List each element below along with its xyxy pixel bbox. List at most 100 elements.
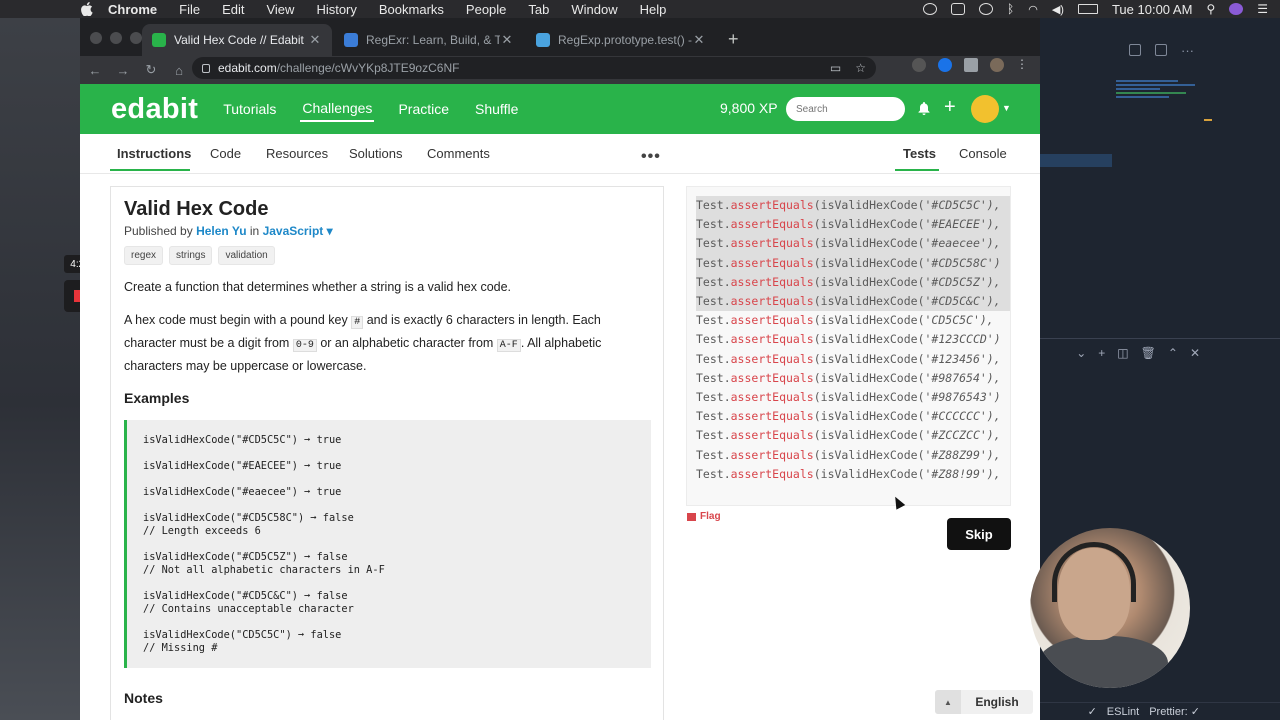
menu-app-name[interactable]: Chrome <box>108 2 157 17</box>
back-arrow-icon[interactable]: ← <box>88 63 102 78</box>
control-center-icon[interactable]: ☰ <box>1257 2 1268 16</box>
nav-shuffle[interactable]: Shuffle <box>473 97 520 121</box>
create-plus-icon[interactable]: + <box>944 96 956 119</box>
compare-icon[interactable] <box>1129 44 1141 56</box>
home-icon[interactable]: ⌂ <box>172 63 186 78</box>
test-line[interactable]: Test.assertEquals(isValidHexCode('#EAECE… <box>696 215 1010 235</box>
user-avatar-duck[interactable] <box>971 95 999 123</box>
menu-view[interactable]: View <box>266 2 294 17</box>
time-machine-icon[interactable] <box>979 3 994 15</box>
prettier-status[interactable]: Prettier: ✓ <box>1149 705 1200 718</box>
menu-history[interactable]: History <box>316 2 356 17</box>
menu-help[interactable]: Help <box>640 2 667 17</box>
test-line[interactable]: Test.assertEquals(isValidHexCode('#123CC… <box>696 330 1010 349</box>
tab-instructions[interactable]: Instructions <box>117 146 191 161</box>
more-actions-icon[interactable]: ··· <box>1181 43 1194 58</box>
flag-button[interactable]: Flag <box>687 511 721 522</box>
menu-edit[interactable]: Edit <box>222 2 244 17</box>
tests-editor[interactable]: Test.assertEquals(isValidHexCode('#CD5C5… <box>686 186 1011 506</box>
more-options-icon[interactable]: ••• <box>641 148 661 166</box>
test-line[interactable]: Test.assertEquals(isValidHexCode('#98765… <box>696 388 1010 407</box>
test-line[interactable]: Test.assertEquals(isValidHexCode('#CCCCC… <box>696 407 1010 426</box>
tag-strings[interactable]: strings <box>169 246 213 265</box>
tab-code[interactable]: Code <box>210 146 241 161</box>
language-selector[interactable]: ▲ English <box>935 690 1033 714</box>
tab-resources[interactable]: Resources <box>266 146 328 161</box>
zoom-window-button[interactable] <box>130 32 142 44</box>
bluetooth-icon[interactable]: ᛒ <box>1007 2 1014 16</box>
wifi-icon[interactable]: ◠ <box>1028 3 1038 16</box>
test-prefix: Test. <box>696 255 731 270</box>
edabit-logo[interactable]: edabit <box>111 93 198 126</box>
apple-icon[interactable] <box>80 2 94 16</box>
volume-icon[interactable]: ◀) <box>1052 3 1064 16</box>
close-window-button[interactable] <box>90 32 102 44</box>
kebab-menu-icon[interactable]: ⋮ <box>1016 58 1030 72</box>
new-terminal-icon[interactable]: + <box>1098 346 1105 360</box>
trash-icon[interactable]: 🗑 <box>1141 346 1156 360</box>
address-bar[interactable]: edabit.com/challenge/cWvYKp8JTE9ozC6NF ▭… <box>192 57 876 79</box>
close-tab-icon[interactable]: ✕ <box>692 32 706 48</box>
chevron-down-icon[interactable]: ⌄ <box>1076 346 1086 360</box>
chevron-up-icon: ▲ <box>935 690 961 714</box>
menu-bookmarks[interactable]: Bookmarks <box>379 2 444 17</box>
forward-arrow-icon[interactable]: → <box>116 63 130 78</box>
tab-valid-hex-code[interactable]: Valid Hex Code // Edabit ✕ <box>142 24 332 56</box>
close-icon[interactable]: ✕ <box>1190 346 1200 360</box>
tag-regex[interactable]: regex <box>124 246 164 265</box>
puzzle-icon[interactable] <box>964 58 978 72</box>
battery-icon[interactable] <box>1077 4 1098 14</box>
tag-validation[interactable]: validation <box>218 246 275 265</box>
siri-icon[interactable] <box>1229 3 1244 15</box>
test-line[interactable]: Test.assertEquals(isValidHexCode('#CD5C&… <box>696 292 1010 312</box>
test-line[interactable]: Test.assertEquals(isValidHexCode('#CD5C5… <box>696 272 1010 293</box>
tab-console[interactable]: Console <box>959 146 1007 161</box>
minimize-window-button[interactable] <box>110 32 122 44</box>
chevron-up-icon[interactable]: ⌃ <box>1168 346 1178 360</box>
nav-challenges[interactable]: Challenges <box>300 96 375 122</box>
menu-people[interactable]: People <box>466 2 506 17</box>
language-dropdown[interactable]: JavaScript ▾ <box>263 224 333 238</box>
tab-regexr[interactable]: RegExr: Learn, Build, & Test RegEx ✕ <box>334 24 524 56</box>
profile-avatar[interactable] <box>990 58 1004 72</box>
test-line[interactable]: Test.assertEquals(isValidHexCode('#CD5C5… <box>696 196 1010 216</box>
test-line[interactable]: Test.assertEquals(isValidHexCode('#Z88Z9… <box>696 446 1010 465</box>
eslint-status[interactable]: ESLint <box>1107 706 1139 718</box>
nav-practice[interactable]: Practice <box>396 97 451 121</box>
extension-icon[interactable] <box>912 58 926 72</box>
skip-button[interactable]: Skip <box>947 518 1011 550</box>
new-tab-button[interactable]: + <box>728 29 739 50</box>
menu-tab[interactable]: Tab <box>528 2 549 17</box>
menu-clock[interactable]: Tue 10:00 AM <box>1112 2 1192 17</box>
spotlight-icon[interactable]: ⚲ <box>1206 2 1215 16</box>
chevron-down-icon[interactable]: ▼ <box>1002 103 1011 113</box>
search-input[interactable] <box>786 97 905 121</box>
test-line[interactable]: Test.assertEquals(isValidHexCode('#eaece… <box>696 234 1010 254</box>
tab-comments[interactable]: Comments <box>427 146 490 161</box>
test-line[interactable]: Test.assertEquals(isValidHexCode('#12345… <box>696 350 1010 369</box>
menu-window[interactable]: Window <box>571 2 617 17</box>
tab-mdn-regexp-test[interactable]: RegExp.prototype.test() - JavaScript ✕ <box>526 24 716 56</box>
vpn-icon[interactable] <box>923 3 938 15</box>
extension-icon[interactable] <box>938 58 952 72</box>
tab-tests[interactable]: Tests <box>903 146 936 161</box>
bell-icon[interactable] <box>918 102 930 115</box>
test-line[interactable]: Test.assertEquals(isValidHexCode('CD5C5C… <box>696 311 1010 330</box>
cast-icon[interactable]: ▭ <box>830 61 841 75</box>
split-editor-icon[interactable] <box>1155 44 1167 56</box>
author-link[interactable]: Helen Yu <box>196 224 246 238</box>
split-terminal-icon[interactable]: ◫ <box>1117 346 1128 360</box>
menu-file[interactable]: File <box>179 2 200 17</box>
test-line[interactable]: Test.assertEquals(isValidHexCode('#Z88!9… <box>696 465 1010 484</box>
bookmark-star-icon[interactable]: ☆ <box>855 61 866 75</box>
close-tab-icon[interactable]: ✕ <box>500 32 514 48</box>
reload-icon[interactable]: ↻ <box>144 62 158 77</box>
test-line[interactable]: Test.assertEquals(isValidHexCode('#98765… <box>696 369 1010 388</box>
tab-solutions[interactable]: Solutions <box>349 146 402 161</box>
close-tab-icon[interactable]: ✕ <box>308 32 322 48</box>
test-line[interactable]: Test.assertEquals(isValidHexCode('#ZCCZC… <box>696 426 1010 445</box>
nav-tutorials[interactable]: Tutorials <box>221 97 278 121</box>
minimap[interactable] <box>1116 80 1204 108</box>
test-line[interactable]: Test.assertEquals(isValidHexCode('#CD5C5… <box>696 253 1010 273</box>
airplay-icon[interactable] <box>951 3 966 15</box>
